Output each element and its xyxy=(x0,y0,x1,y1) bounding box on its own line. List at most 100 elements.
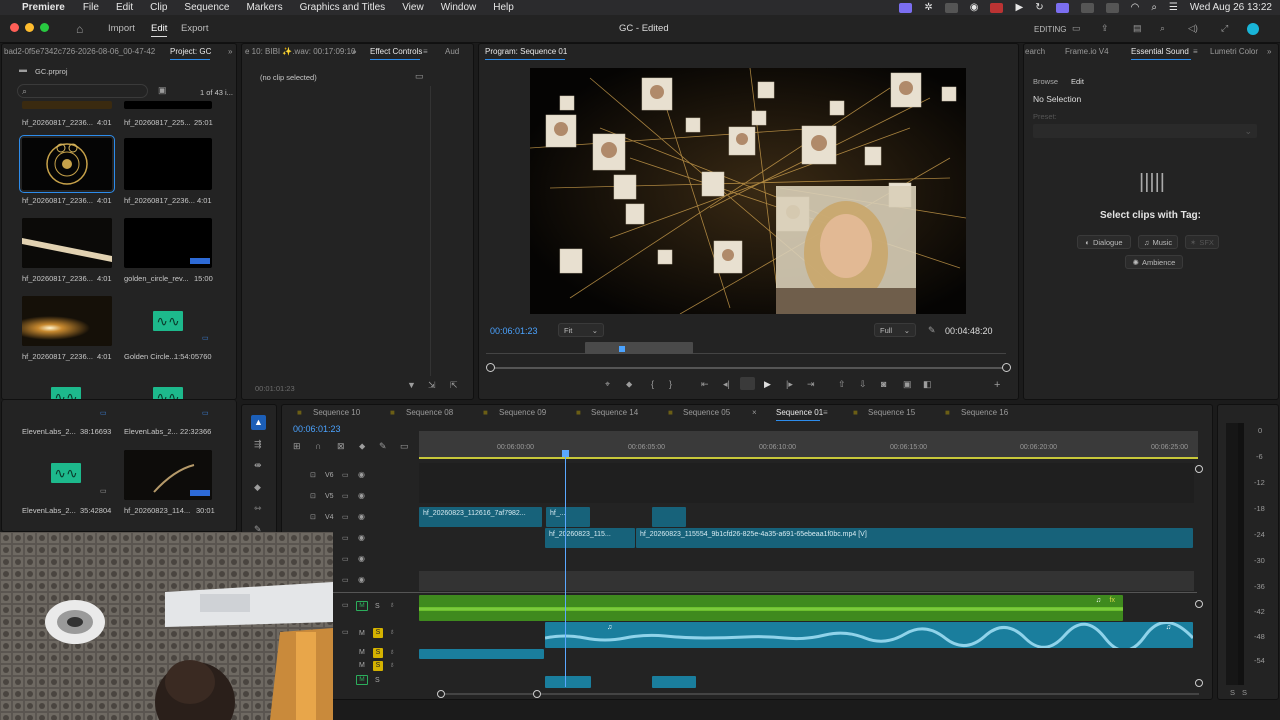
clip-thumb[interactable] xyxy=(124,138,212,190)
track-scroll-handle[interactable] xyxy=(1195,679,1203,687)
sync-lock-icon[interactable]: ▭ xyxy=(342,535,349,542)
solo-button-active[interactable]: S xyxy=(373,648,383,658)
lift-icon[interactable]: ⇧ xyxy=(838,380,846,389)
sync-lock-icon[interactable]: ▭ xyxy=(342,602,349,609)
in-out-range[interactable] xyxy=(585,342,693,354)
tab-export[interactable]: Export xyxy=(181,23,208,34)
clip-thumb-selected[interactable] xyxy=(19,135,115,193)
settings-wrench-icon[interactable]: ✎ xyxy=(379,442,387,451)
panel-menu-icon[interactable]: ≡ xyxy=(823,408,828,417)
chat-icon[interactable] xyxy=(944,2,958,13)
tab-audio[interactable]: Aud xyxy=(445,47,459,56)
menu-view[interactable]: View xyxy=(402,2,424,13)
video-clip[interactable]: hf_20260823_112616_7af7982... xyxy=(419,507,542,527)
fullscreen-icon[interactable]: ⤢ xyxy=(1221,24,1228,33)
record-icon[interactable] xyxy=(990,2,1004,13)
mark-in-icon[interactable]: { xyxy=(651,380,654,389)
audio-file-icon[interactable]: ∿∿ xyxy=(153,311,183,331)
quality-dropdown[interactable]: Full ⌄ xyxy=(874,323,916,337)
scroll-handle-right[interactable] xyxy=(1002,363,1011,372)
lock-icon[interactable]: ⊡ xyxy=(310,493,316,500)
tab-source[interactable]: e 10: BIBI ✨.wav: 00:17:09:10 xyxy=(245,47,355,56)
timeline-scrollbar[interactable] xyxy=(437,693,1199,695)
tab-lumetri[interactable]: Lumetri Color xyxy=(1210,47,1258,56)
sync-lock-icon[interactable]: ▭ xyxy=(342,514,349,521)
tab-search[interactable]: earch xyxy=(1025,47,1045,56)
video-clip[interactable]: hf_20260823_115554_9b1cfd26-825e-4a35-a6… xyxy=(636,528,1193,548)
playhead-line[interactable] xyxy=(565,451,566,687)
minimize-window-button[interactable] xyxy=(25,23,34,32)
panel-icon[interactable]: ▭ xyxy=(1072,24,1081,33)
close-tab-icon[interactable]: × xyxy=(752,408,757,417)
vr-icon[interactable]: ◧ xyxy=(923,380,932,389)
tag-ambience-button[interactable]: ✺ Ambience xyxy=(1125,255,1183,269)
mute-button[interactable]: M xyxy=(356,675,368,685)
menu-window[interactable]: Window xyxy=(441,2,477,13)
eye-icon[interactable]: ◉ xyxy=(358,513,365,521)
marker-icon[interactable]: ⌖ xyxy=(605,380,610,389)
volume-icon[interactable]: ◁) xyxy=(1188,24,1198,33)
screen-record-icon[interactable] xyxy=(899,2,913,13)
video-clip[interactable]: hf_20260823_115... xyxy=(545,528,635,548)
settings-icon[interactable]: ⇱ xyxy=(450,381,458,390)
clip-thumb[interactable] xyxy=(22,218,112,268)
more-tabs-icon[interactable]: » xyxy=(352,47,356,56)
sync-lock-icon[interactable]: ▭ xyxy=(342,472,349,479)
tab-project[interactable]: Project: GC xyxy=(170,47,211,56)
audio-file-icon[interactable]: ∿∿ xyxy=(153,387,183,399)
search-input[interactable]: ⌕ xyxy=(17,84,148,98)
tab-effect-controls[interactable]: Effect Controls xyxy=(370,47,422,56)
tab-edit[interactable]: Edit xyxy=(151,23,167,34)
eye-icon[interactable]: ◉ xyxy=(358,471,365,479)
refresh-icon[interactable]: ↻ xyxy=(1035,2,1043,13)
work-area-bar[interactable] xyxy=(419,457,1198,459)
play-icon[interactable]: ▶ xyxy=(764,380,771,389)
window-icon[interactable] xyxy=(1055,2,1069,13)
add-marker-icon[interactable]: ⬥ xyxy=(626,380,632,389)
tab-program[interactable]: Program: Sequence 01 xyxy=(485,47,567,56)
tag-music-button[interactable]: ♫ Music xyxy=(1138,235,1178,249)
zoom-icon[interactable]: ⌕ xyxy=(1160,24,1165,33)
time-ruler[interactable] xyxy=(419,431,1198,459)
audio-clip[interactable]: ♫ ♫ xyxy=(545,622,1193,648)
selection-tool-icon[interactable]: ▲ xyxy=(251,415,266,430)
sync-lock-icon[interactable]: ▭ xyxy=(342,493,349,500)
menu-sequence[interactable]: Sequence xyxy=(184,2,229,13)
lock-icon[interactable]: ⊡ xyxy=(310,514,316,521)
timeline-timecode[interactable]: 00:06:01:23 xyxy=(293,424,341,434)
share-icon[interactable]: ⇪ xyxy=(1101,24,1109,33)
tab-frameio[interactable]: Frame.io V4 xyxy=(1065,47,1109,56)
filter-icon[interactable]: ▼ xyxy=(407,381,416,390)
scroll-handle-left[interactable] xyxy=(486,363,495,372)
razor-icon[interactable]: ◆ xyxy=(254,483,261,492)
preset-dropdown[interactable]: ⌄ xyxy=(1033,124,1257,138)
clock-text[interactable]: Wed Aug 26 13:22 xyxy=(1190,2,1272,13)
step-back-icon[interactable]: ◂| xyxy=(723,380,730,389)
play-circle-icon[interactable]: ▶ xyxy=(1015,2,1023,13)
menu-graphics[interactable]: Graphics and Titles xyxy=(300,2,386,13)
clip-thumb[interactable] xyxy=(124,101,212,109)
subtab-edit[interactable]: Edit xyxy=(1071,77,1084,86)
progress-icon[interactable]: ▤ xyxy=(1133,24,1142,33)
search-icon[interactable]: ⌕ xyxy=(1151,2,1157,13)
solo-label[interactable]: S xyxy=(375,677,380,684)
solo-button-active[interactable]: S xyxy=(373,628,383,638)
track-scroll-handle[interactable] xyxy=(1195,600,1203,608)
lock-icon[interactable]: ⊡ xyxy=(310,472,316,479)
tab-sequence-16[interactable]: Sequence 16 xyxy=(961,408,1008,417)
extract-icon[interactable]: ⇩ xyxy=(859,380,867,389)
go-to-out-icon[interactable]: ⇥ xyxy=(807,380,815,389)
sync-lock-icon[interactable]: ▭ xyxy=(342,556,349,563)
mute-label[interactable]: M xyxy=(359,630,365,637)
mute-label[interactable]: M xyxy=(359,662,365,669)
brightness-icon[interactable]: ✲ xyxy=(924,2,932,13)
add-marker-icon[interactable]: ⬥ xyxy=(359,442,365,451)
sync-lock-icon[interactable]: ▭ xyxy=(342,629,349,636)
slip-icon[interactable]: ⇿ xyxy=(254,504,262,513)
tag-dialogue-button[interactable]: ◐ Dialogue xyxy=(1077,235,1131,249)
battery-icon[interactable] xyxy=(1105,2,1119,13)
panel-menu-icon[interactable]: ≡ xyxy=(1193,47,1198,56)
loop-button[interactable] xyxy=(740,377,755,390)
zoom-dropdown[interactable]: Fit ⌄ xyxy=(558,323,604,337)
control-center-icon[interactable]: ☰ xyxy=(1169,2,1178,13)
